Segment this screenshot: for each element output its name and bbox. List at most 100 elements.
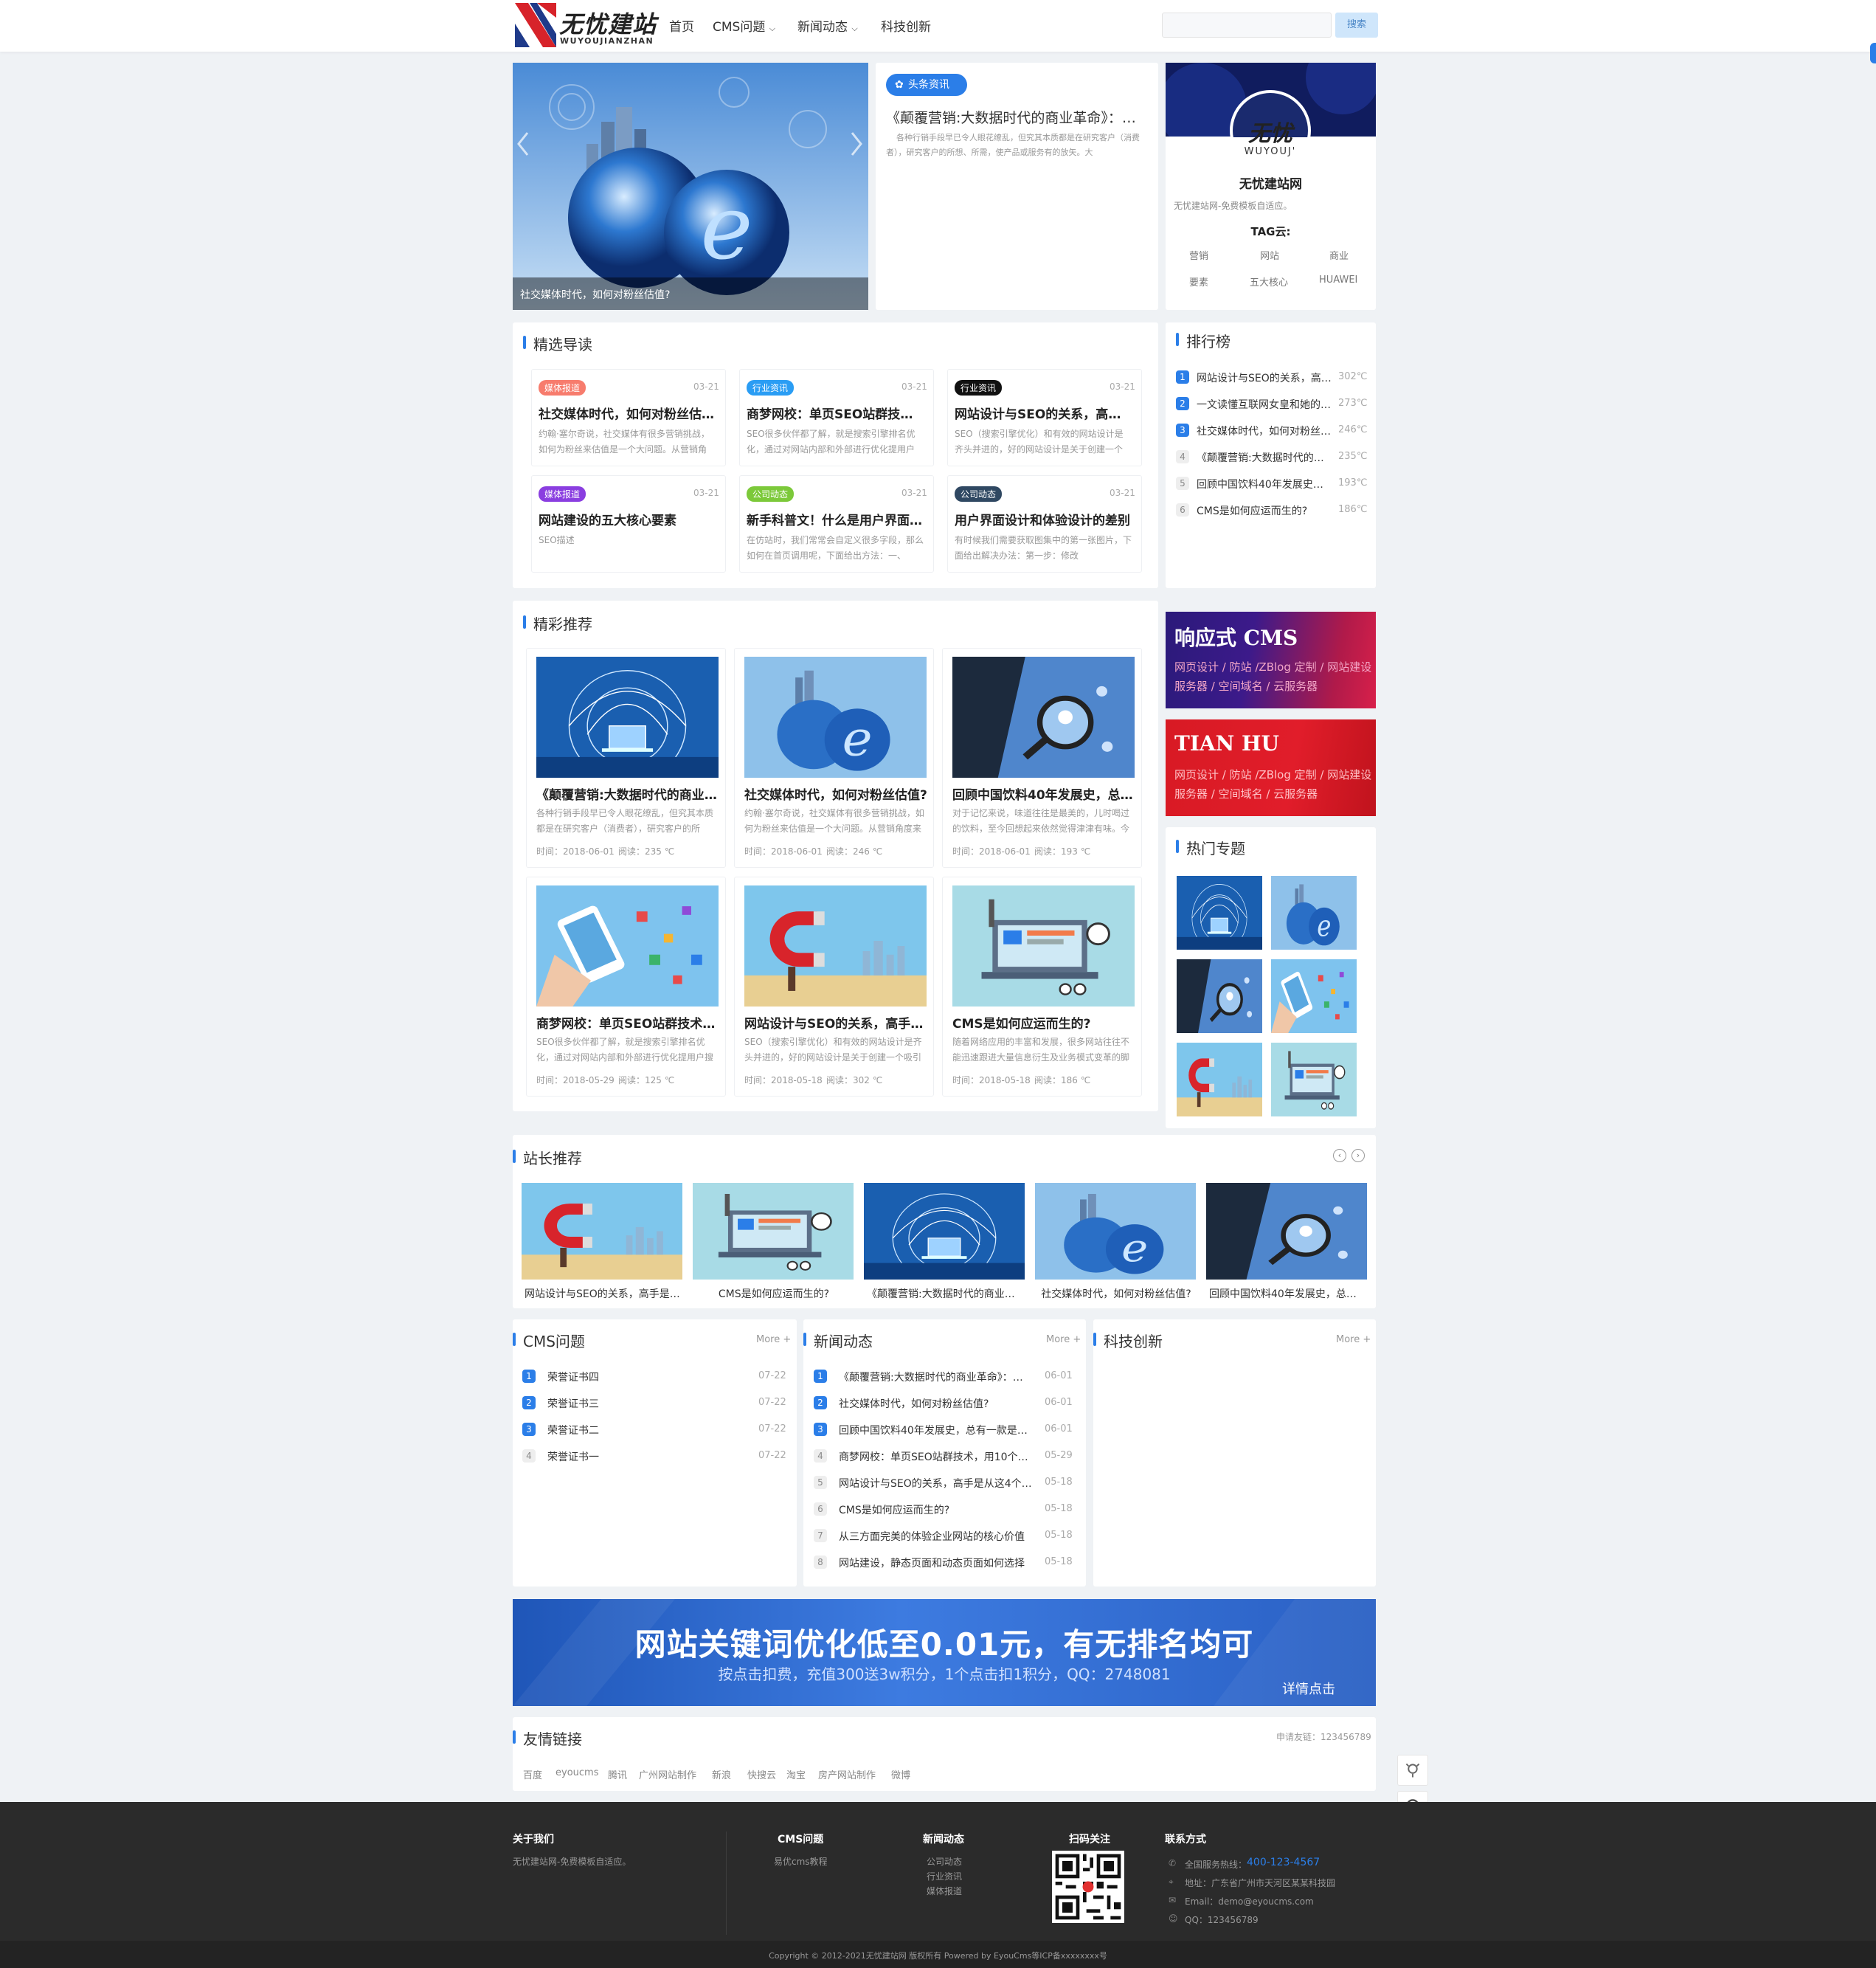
friend-link[interactable]: 腾讯 bbox=[608, 1767, 627, 1781]
friend-link[interactable]: 房产网站制作 bbox=[818, 1767, 876, 1781]
rank-item-link[interactable]: 回顾中国饮料40年发展史，总有一款是你 bbox=[1197, 477, 1333, 491]
ad-banner-tianhu[interactable]: TIAN HU 网页设计 / 防站 /ZBlog 定制 / 网站建设 服务器 /… bbox=[1166, 719, 1376, 816]
footer-qq[interactable]: QQ：123456789 bbox=[1185, 1913, 1259, 1926]
featured-title[interactable]: 新手科普文！什么是用户界面设计与体验 bbox=[747, 510, 924, 528]
more-link[interactable]: More + bbox=[756, 1334, 791, 1345]
list-item-link[interactable]: 荣誉证书四 bbox=[547, 1370, 743, 1384]
webmaster-caption[interactable]: CMS是如何应运而生的? bbox=[696, 1286, 852, 1301]
recommend-title[interactable]: 网站设计与SEO的关系，高手是从这4个 bbox=[744, 1013, 927, 1032]
tag-item[interactable]: 营销 bbox=[1189, 248, 1208, 262]
search-button[interactable]: 搜索 bbox=[1335, 13, 1378, 38]
category-badge[interactable]: 行业资讯 bbox=[955, 380, 1003, 396]
hot-topic-thumbnail[interactable]: e bbox=[1271, 876, 1357, 950]
tag-item[interactable]: 五大核心 bbox=[1250, 275, 1288, 289]
list-item-link[interactable]: 社交媒体时代，如何对粉丝估值? bbox=[839, 1396, 1033, 1411]
hot-topic-thumbnail[interactable] bbox=[1177, 876, 1262, 950]
light-icon[interactable] bbox=[1397, 1755, 1428, 1786]
nav-tech[interactable]: 科技创新 bbox=[881, 16, 931, 35]
recommend-thumbnail[interactable] bbox=[536, 657, 719, 778]
list-item-link[interactable]: 网站建设，静态页面和动态页面如何选择 bbox=[839, 1556, 1033, 1570]
friend-link[interactable]: 微博 bbox=[891, 1767, 910, 1781]
friend-link[interactable]: 淘宝 bbox=[786, 1767, 806, 1781]
rank-item-link[interactable]: 《颠覆营销:大数据时代的商业革命》 bbox=[1197, 450, 1333, 465]
slider-caption[interactable]: 社交媒体时代，如何对粉丝估值? bbox=[520, 287, 845, 302]
featured-title[interactable]: 网站建设的五大核心要素 bbox=[539, 510, 716, 528]
webmaster-thumbnail[interactable]: e bbox=[1035, 1183, 1196, 1280]
nav-news[interactable]: 新闻动态 ⌵ bbox=[797, 16, 858, 35]
category-badge[interactable]: 媒体报道 bbox=[539, 486, 586, 502]
friend-link[interactable]: 新浪 bbox=[712, 1767, 731, 1781]
recommend-thumbnail[interactable]: e bbox=[744, 657, 927, 778]
hot-topic-thumbnail[interactable] bbox=[1177, 1043, 1262, 1116]
rank-item-link[interactable]: 社交媒体时代，如何对粉丝估值? bbox=[1197, 424, 1333, 438]
webmaster-caption[interactable]: 网站设计与SEO的关系，高手是从这4个 bbox=[525, 1286, 681, 1301]
webmaster-caption[interactable]: 社交媒体时代，如何对粉丝估值? bbox=[1038, 1286, 1194, 1301]
footer-link[interactable]: 公司动态 bbox=[927, 1855, 962, 1868]
list-item-link[interactable]: 从三方面完美的体验企业网站的核心价值 bbox=[839, 1529, 1033, 1544]
banner-cta[interactable]: 详情点击 bbox=[1282, 1679, 1335, 1698]
friend-link[interactable]: eyoucms bbox=[555, 1767, 598, 1778]
hot-topic-thumbnail[interactable] bbox=[1177, 959, 1262, 1033]
featured-title[interactable]: 社交媒体时代，如何对粉丝估值? bbox=[539, 404, 716, 422]
rank-item-link[interactable]: 网站设计与SEO的关系，高手是从这4个 bbox=[1197, 370, 1333, 385]
webmaster-thumbnail[interactable] bbox=[1206, 1183, 1367, 1280]
footer-link[interactable]: 易优cms教程 bbox=[774, 1855, 828, 1868]
more-link[interactable]: More + bbox=[1046, 1334, 1081, 1345]
list-item-link[interactable]: 荣誉证书三 bbox=[547, 1396, 743, 1411]
tag-item[interactable]: 网站 bbox=[1260, 248, 1279, 262]
logo-text[interactable]: 无忧建站 bbox=[559, 6, 657, 40]
footer-phone[interactable]: 400-123-4567 bbox=[1247, 1857, 1320, 1868]
tag-item[interactable]: 商业 bbox=[1329, 248, 1349, 262]
webmaster-caption[interactable]: 回顾中国饮料40年发展史，总有一款是你 bbox=[1209, 1286, 1366, 1301]
headline-badge[interactable]: ✿ 头条资讯 bbox=[886, 74, 967, 96]
category-badge[interactable]: 公司动态 bbox=[955, 486, 1003, 502]
tag-item[interactable]: HUAWEI bbox=[1319, 275, 1357, 286]
webmaster-caption[interactable]: 《颠覆营销:大数据时代的商业革命》 bbox=[867, 1286, 1023, 1301]
recommend-title[interactable]: 社交媒体时代，如何对粉丝估值? bbox=[744, 784, 927, 803]
more-link[interactable]: More + bbox=[1336, 1334, 1371, 1345]
promo-banner[interactable]: 网站关键词优化低至0.01元，有无排名均可 按点击扣费，充值300送3w积分，1… bbox=[513, 1599, 1376, 1706]
recommend-thumbnail[interactable] bbox=[952, 657, 1135, 778]
nav-cms[interactable]: CMS问题 ⌵ bbox=[713, 16, 775, 35]
category-badge[interactable]: 公司动态 bbox=[747, 486, 795, 502]
rank-item-link[interactable]: 一文读懂互联网女皇和她的2018年互联网 bbox=[1197, 397, 1333, 412]
friend-link[interactable]: 广州网站制作 bbox=[639, 1767, 696, 1781]
footer-link[interactable]: 行业资讯 bbox=[927, 1870, 962, 1882]
recommend-title[interactable]: 回顾中国饮料40年发展史，总有一款是你 bbox=[952, 784, 1135, 803]
featured-title[interactable]: 商梦网校：单页SEO站群技术，用10个网站 bbox=[747, 404, 924, 422]
friend-link[interactable]: 百度 bbox=[523, 1767, 542, 1781]
recommend-thumbnail[interactable] bbox=[744, 885, 927, 1007]
ad-banner-cms[interactable]: 响应式 CMS 网页设计 / 防站 /ZBlog 定制 / 网站建设 服务器 /… bbox=[1166, 612, 1376, 708]
friend-link[interactable]: 快搜云 bbox=[747, 1767, 776, 1781]
headline-title[interactable]: 《颠覆营销:大数据时代的商业革命》：大数据时代的商业革命 bbox=[886, 107, 1148, 127]
hot-topic-thumbnail[interactable] bbox=[1271, 959, 1357, 1033]
list-item-link[interactable]: 荣誉证书一 bbox=[547, 1449, 743, 1464]
recommend-thumbnail[interactable] bbox=[952, 885, 1135, 1007]
recommend-title[interactable]: 商梦网校：单页SEO站群技术，用10个网站 bbox=[536, 1013, 719, 1032]
list-item-link[interactable]: 回顾中国饮料40年发展史，总有一款是你儿时的回忆 bbox=[839, 1423, 1033, 1437]
carousel-next-icon[interactable]: › bbox=[1351, 1149, 1365, 1162]
hero-slider[interactable]: e 社交媒体时代，如何对粉丝估值? bbox=[513, 63, 868, 310]
avatar[interactable]: 无忧 WUYOUJ' bbox=[1230, 90, 1311, 171]
recommend-title[interactable]: 《颠覆营销:大数据时代的商业革命》 bbox=[536, 784, 719, 803]
nav-home[interactable]: 首页 bbox=[669, 16, 694, 35]
footer-email[interactable]: Email：demo@eyoucms.com bbox=[1185, 1895, 1314, 1907]
hot-topic-thumbnail[interactable] bbox=[1271, 1043, 1357, 1116]
side-float-tab[interactable] bbox=[1870, 43, 1876, 63]
webmaster-thumbnail[interactable] bbox=[693, 1183, 854, 1280]
list-item-link[interactable]: 荣誉证书二 bbox=[547, 1423, 743, 1437]
rank-item-link[interactable]: CMS是如何应运而生的? bbox=[1197, 503, 1333, 518]
featured-title[interactable]: 网站设计与SEO的关系，高手是从这4个 bbox=[955, 404, 1132, 422]
list-item-link[interactable]: CMS是如何应运而生的? bbox=[839, 1502, 1033, 1517]
category-badge[interactable]: 行业资讯 bbox=[747, 380, 795, 396]
list-item-link[interactable]: 《颠覆营销:大数据时代的商业革命》：大数据时代 bbox=[839, 1370, 1033, 1384]
search-input[interactable] bbox=[1162, 13, 1332, 38]
carousel-prev-icon[interactable]: ‹ bbox=[1333, 1149, 1346, 1162]
webmaster-thumbnail[interactable] bbox=[522, 1183, 682, 1280]
tag-item[interactable]: 要素 bbox=[1189, 275, 1208, 289]
footer-link[interactable]: 媒体报道 bbox=[927, 1885, 962, 1897]
logo-mark-icon[interactable] bbox=[515, 3, 556, 47]
list-item-link[interactable]: 商梦网校：单页SEO站群技术，用10个网站组成站群 bbox=[839, 1449, 1033, 1464]
recommend-thumbnail[interactable] bbox=[536, 885, 719, 1007]
list-item-link[interactable]: 网站设计与SEO的关系，高手是从这4个维度思考的 bbox=[839, 1476, 1033, 1491]
